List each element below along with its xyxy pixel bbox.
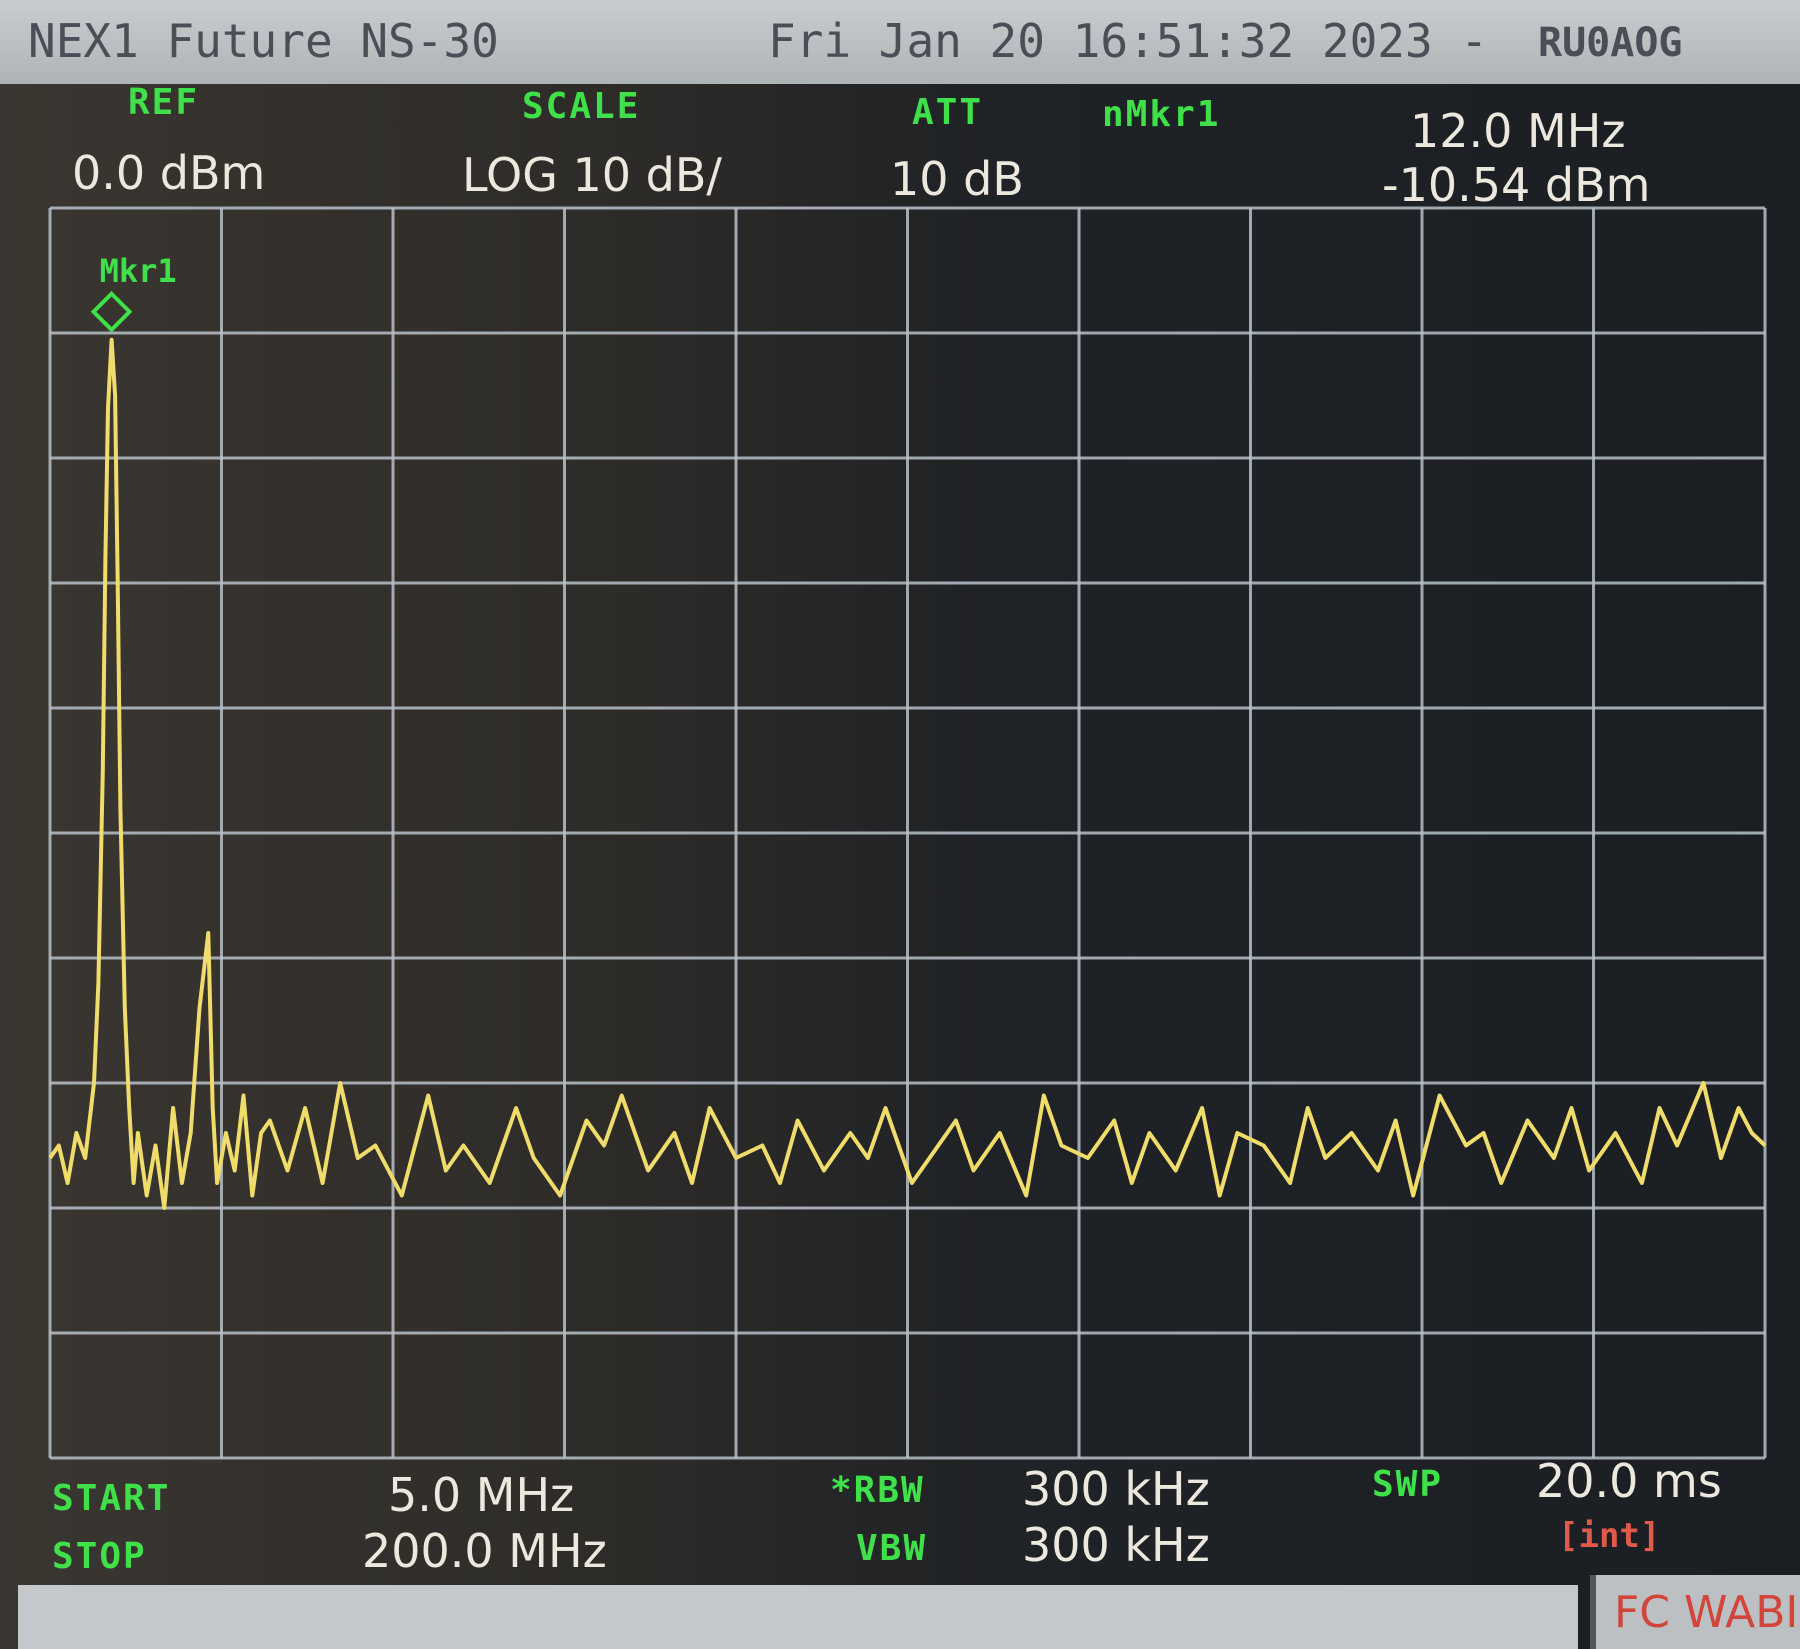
- sweep-mode: [int]: [1558, 1516, 1661, 1556]
- spectrum-plot: Mkr1: [48, 206, 1767, 1460]
- start-value: 5.0 MHz: [388, 1468, 575, 1522]
- rbw-value: 300 kHz: [1022, 1462, 1210, 1516]
- vbw-label: VBW: [856, 1528, 928, 1569]
- stop-value: 200.0 MHz: [362, 1524, 607, 1578]
- marker-group: Mkr1: [90, 252, 177, 333]
- analyzer-screen: NEX1 Future NS-30 Fri Jan 20 16:51:32 20…: [0, 0, 1800, 1649]
- rbw-label: *RBW: [830, 1470, 925, 1511]
- status-bar: [18, 1585, 1578, 1649]
- vbw-value: 300 kHz: [1022, 1518, 1210, 1572]
- graticule: [48, 206, 1767, 1460]
- sweep-label: SWP: [1372, 1464, 1444, 1505]
- stop-label: STOP: [52, 1536, 147, 1577]
- marker-diamond-icon: [90, 290, 133, 333]
- sweep-value: 20.0 ms: [1536, 1454, 1722, 1508]
- start-label: START: [52, 1478, 171, 1519]
- status-indicator: FC WABI: [1590, 1575, 1800, 1649]
- marker-label: Mkr1: [100, 252, 177, 290]
- status-text: FC WABI: [1614, 1587, 1799, 1638]
